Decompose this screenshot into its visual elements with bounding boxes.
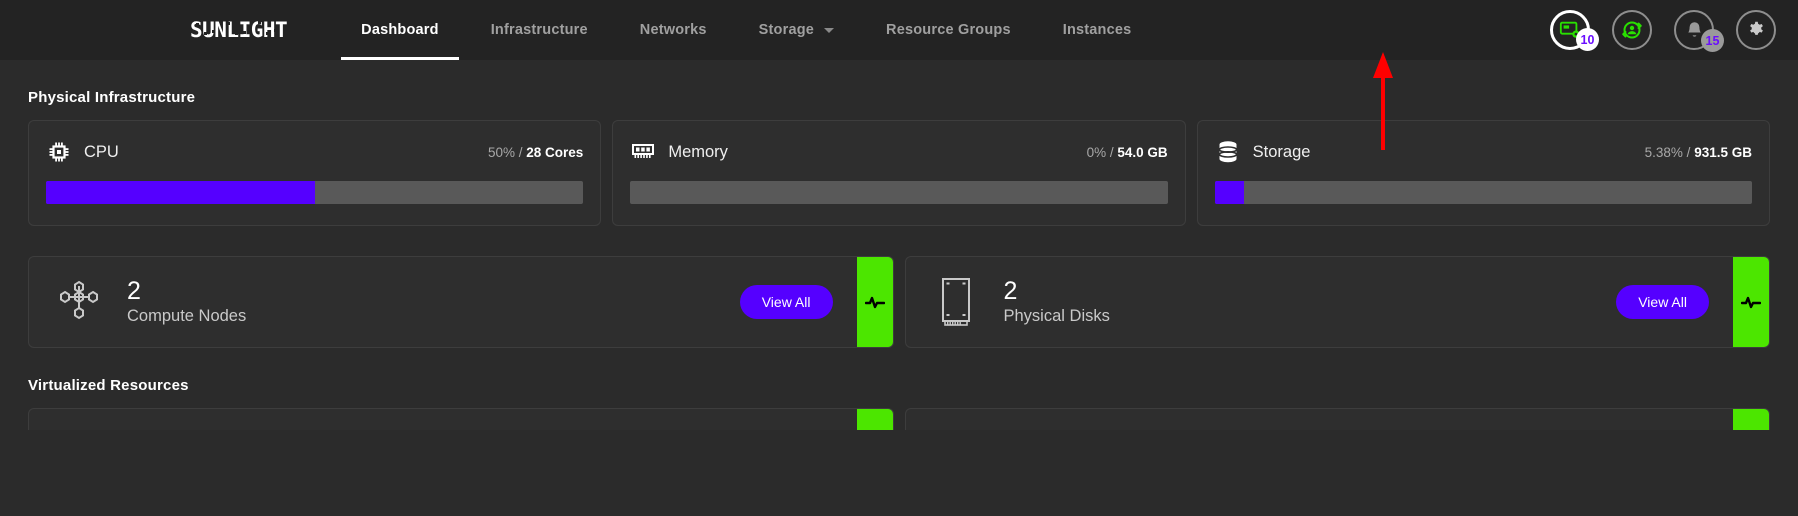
count-value: 2 [127,277,141,306]
health-status-strip[interactable] [856,409,893,430]
resource-card-header: Memory 0% / 54.0 GB [630,139,1168,165]
physical-resource-cards: CPU 50% / 28 Cores Memory 0% / 54.0 GB S… [28,120,1770,226]
sunlight-logo[interactable]: SUNLIGHT [190,18,307,42]
resource-card-memory: Memory 0% / 54.0 GB [612,120,1186,226]
cpu-usage-bar [46,181,584,204]
resource-total: 28 Cores [526,144,584,160]
heartbeat-pulse-icon [1741,296,1761,309]
storage-usage-fill [1214,181,1244,204]
virtualized-card-partial-left [28,408,894,430]
nav-label: Resource Groups [886,22,1011,38]
top-navigation-bar: SUNLIGHT Dashboard Infrastructure Networ… [0,0,1798,150]
section-title-physical-infrastructure: Physical Infrastructure [28,89,196,106]
logo-text: SUNLIGHT [190,18,288,42]
view-all-physical-disks-button[interactable]: View All [1616,285,1709,319]
nav-item-storage[interactable]: Storage [733,0,860,60]
count-card-body: 2 Compute Nodes View All [29,257,857,347]
resource-name: Memory [668,142,728,161]
nav-label: Instances [1062,22,1132,38]
count-card-body: 2 Physical Disks View All [906,257,1734,347]
resource-percent: 50% / [487,144,523,160]
health-status-strip[interactable] [1733,409,1769,430]
nav-item-networks[interactable]: Networks [614,0,733,60]
resource-card-header: Storage 5.38% / 931.5 GB [1215,139,1752,165]
nav-item-infrastructure[interactable]: Infrastructure [465,0,614,60]
memory-usage-bar [630,181,1168,204]
virtualized-cards-partial [28,408,1770,430]
resource-card-header: CPU 50% / 28 Cores [46,139,583,165]
count-card-compute-nodes: 2 Compute Nodes View All [28,256,894,348]
vm-count-badge: 10 [1576,28,1599,51]
nav-label: Dashboard [361,22,439,38]
storage-usage-bar [1214,181,1752,204]
resource-card-storage: Storage 5.38% / 931.5 GB [1196,120,1770,226]
cpu-usage-fill [46,181,315,204]
resource-total: 931.5 GB [1694,144,1752,160]
user-session-button[interactable] [1612,10,1652,50]
partial-card-body [29,409,857,430]
dashboard-content: Physical Infrastructure CPU 50% / 28 Cor… [0,89,1798,430]
count-label: Compute Nodes [127,306,247,325]
count-card-physical-disks: 2 Physical Disks View All [904,256,1770,348]
count-card-text: 2 Compute Nodes [127,278,246,325]
main-nav: Dashboard Infrastructure Networks Storag… [335,0,1157,60]
health-status-strip[interactable] [856,257,893,347]
nav-label: Networks [639,22,707,38]
nav-item-resource-groups[interactable]: Resource Groups [860,0,1037,60]
user-refresh-icon [1622,21,1642,39]
resource-card-cpu: CPU 50% / 28 Cores [28,120,602,226]
heartbeat-pulse-icon [864,296,885,309]
notifications-button[interactable]: 15 [1674,10,1724,52]
count-label: Physical Disks [1003,306,1110,325]
count-value: 2 [1003,277,1018,306]
resource-name: CPU [84,142,119,161]
resource-name: Storage [1252,142,1311,161]
nav-label: Storage [758,22,815,38]
partial-card-body [906,409,1734,430]
chevron-down-icon [824,27,835,33]
nav-label: Infrastructure [490,22,588,38]
memory-stick-icon [630,139,656,165]
resource-usage-stat: 0% / 54.0 GB [1087,145,1168,160]
resource-usage-stat: 5.38% / 931.5 GB [1645,145,1752,160]
top-icon-group: 10 15 [1550,10,1776,52]
resource-total: 54.0 GB [1117,144,1168,160]
section-title-virtualized-resources: Virtualized Resources [28,377,189,394]
gear-icon [1749,21,1763,35]
settings-button[interactable] [1736,10,1776,50]
notification-count-badge: 15 [1701,29,1724,52]
resource-percent: 5.38% / [1644,144,1691,160]
physical-count-cards: 2 Compute Nodes View All 2 Physical Disk… [28,256,1770,348]
nav-item-instances[interactable]: Instances [1037,0,1158,60]
disk-drive-icon [930,276,982,328]
node-topology-icon [53,276,105,328]
virtualized-card-partial-right [904,408,1770,430]
view-all-compute-nodes-button[interactable]: View All [739,285,833,319]
vm-console-button[interactable]: 10 [1550,10,1599,51]
resource-percent: 0% / [1086,144,1114,160]
nav-item-dashboard[interactable]: Dashboard [335,0,465,60]
cpu-chip-icon [46,139,72,165]
database-cylinder-icon [1215,139,1241,165]
health-status-strip[interactable] [1733,257,1769,347]
count-card-text: 2 Physical Disks [1004,278,1110,325]
resource-usage-stat: 50% / 28 Cores [488,145,583,160]
